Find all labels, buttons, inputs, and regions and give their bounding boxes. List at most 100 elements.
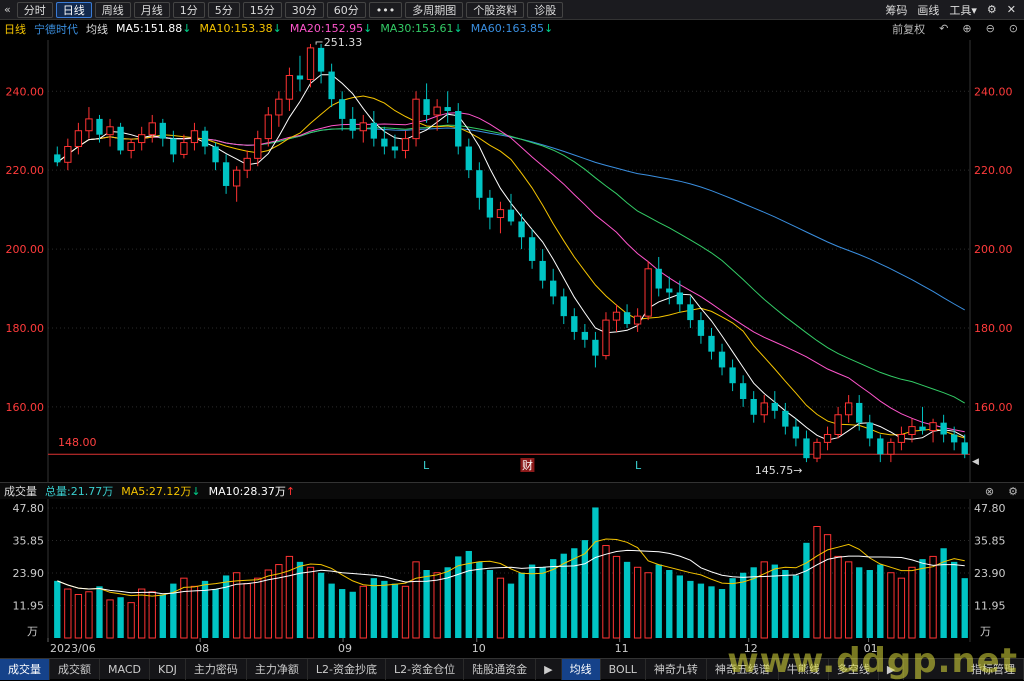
volume-bar-down [708, 586, 715, 638]
indicator-tab-8[interactable]: 陆股通资金 [464, 658, 537, 680]
volume-bar-up [887, 572, 895, 639]
volume-bar-down [391, 583, 399, 638]
candle-down [940, 422, 947, 435]
period-tab-7[interactable]: 30分 [284, 1, 324, 18]
price-axis-label-left: 180.00 [6, 322, 45, 335]
volume-axis-label-right: 23.90 [974, 567, 1006, 580]
volume-bar-down [961, 578, 968, 638]
period-tab-12[interactable]: 诊股 [527, 1, 564, 18]
volume-bar-up [64, 588, 72, 639]
candle-up [106, 126, 114, 136]
back-icon[interactable]: « [4, 3, 11, 16]
volume-bar-down [339, 589, 346, 638]
candle-up [929, 422, 937, 432]
indicator-tab-4[interactable]: 主力密码 [186, 658, 247, 680]
volume-axis-label-right: 47.80 [974, 502, 1006, 515]
kline-chart[interactable]: 240.00 240.00 220.00 220.00 200.00 200.00 180.… [0, 0, 1024, 679]
undo-icon[interactable]: ↶ [939, 22, 948, 35]
period-tab-4[interactable]: 1分 [172, 1, 205, 18]
period-tab-5[interactable]: 5分 [207, 1, 240, 18]
candle-up [127, 142, 135, 151]
zoom-in-icon[interactable]: ⊕ [962, 22, 971, 35]
indicator-tab-1[interactable]: 成交额 [50, 658, 100, 680]
period-tab-1[interactable]: 日线 [55, 1, 92, 18]
indicator-tab-5[interactable]: 主力净额 [247, 658, 308, 680]
candle-down [444, 107, 451, 112]
volume-bar-down [507, 583, 515, 638]
period-tab-11[interactable]: 个股资料 [466, 1, 525, 18]
chips-button[interactable]: 筹码 [885, 2, 907, 18]
candle-up [412, 98, 420, 140]
indicator-tab-11[interactable]: BOLL [601, 658, 646, 680]
volume-bar-up [148, 591, 156, 639]
volume-bar-down [486, 570, 494, 638]
candle-down [877, 438, 884, 455]
price-axis-label-right: 240.00 [974, 85, 1013, 98]
tools-menu[interactable]: 工具▾ [949, 2, 977, 18]
indicator-tab-9[interactable]: ▶ [536, 658, 562, 680]
candle-up [243, 157, 251, 171]
candle-up [897, 433, 906, 443]
price-axis-label-right: 200.00 [974, 243, 1013, 256]
candle-down [465, 146, 472, 171]
close-icon[interactable]: ✕ [1007, 3, 1016, 16]
volume-bar-up [813, 525, 821, 639]
ma10-line [56, 95, 965, 439]
candle-down [476, 170, 483, 198]
candle-down [750, 398, 757, 415]
indicator-tab-6[interactable]: L2-资金抄底 [308, 658, 387, 680]
price-axis-label-left: 200.00 [6, 243, 45, 256]
period-tab-8[interactable]: 60分 [326, 1, 366, 18]
ma10-value: MA10:153.38↓ [199, 22, 282, 35]
volume-axis-label-right: 35.85 [974, 535, 1006, 548]
candle-down [697, 320, 705, 336]
indicator-tab-0[interactable]: 成交量 [0, 658, 50, 680]
period-tab-2[interactable]: 周线 [94, 1, 131, 18]
candle-down [96, 118, 103, 135]
period-tab-9[interactable]: ••• [368, 1, 403, 18]
close-icon[interactable]: ⊗ [985, 485, 994, 498]
candle-up [264, 114, 272, 140]
price-axis-label-right: 180.00 [974, 322, 1013, 335]
volume-bar-down [856, 567, 863, 638]
period-tab-3[interactable]: 月线 [133, 1, 170, 18]
candle-down [222, 162, 230, 186]
indicator-tab-7[interactable]: L2-资金仓位 [386, 658, 465, 680]
candle-down [170, 138, 177, 155]
period-tab-0[interactable]: 分时 [16, 1, 53, 18]
volume-bar-down [96, 586, 103, 638]
candle-down [592, 339, 599, 356]
volume-label[interactable]: 成交量 [4, 483, 37, 499]
period-tab-10[interactable]: 多周期图 [405, 1, 464, 18]
rights-adjust-button[interactable]: 前复权 [892, 21, 925, 37]
ma5-value: MA5:151.88↓ [116, 22, 192, 35]
candle-up [138, 134, 146, 144]
indicator-tab-12[interactable]: 神奇九转 [646, 658, 707, 680]
indicator-tab-3[interactable]: KDJ [150, 658, 186, 680]
candle-down [423, 99, 430, 115]
candle-up [844, 402, 853, 416]
candle-up [834, 414, 842, 435]
volume-bar-up [359, 585, 367, 639]
volume-bar-down [623, 561, 631, 638]
event-marker: L [635, 459, 642, 472]
zoom-out-icon[interactable]: ⊖ [986, 22, 995, 35]
gear-icon[interactable]: ⚙ [1008, 485, 1018, 498]
more-icon[interactable]: ⊙ [1009, 22, 1018, 35]
indicator-tab-10[interactable]: 均线 [561, 658, 601, 680]
draw-line-button[interactable]: 画线 [917, 2, 939, 18]
candle-up [633, 315, 642, 325]
candle-up [180, 142, 188, 155]
stock-name[interactable]: 宁德时代 [34, 21, 78, 37]
volume-unit-right: 万 [980, 625, 991, 638]
volume-bar-down [423, 570, 430, 638]
period-tab-6[interactable]: 15分 [242, 1, 282, 18]
gear-icon[interactable]: ⚙ [987, 3, 997, 16]
volume-bar-down [919, 559, 926, 638]
candle-down [581, 331, 589, 340]
ma20-value: MA20:152.95↓ [289, 22, 373, 35]
indicator-tab-2[interactable]: MACD [100, 658, 150, 680]
volume-bar-up [243, 583, 251, 639]
indicator-type[interactable]: 均线 [86, 21, 108, 37]
candle-down [560, 296, 567, 317]
